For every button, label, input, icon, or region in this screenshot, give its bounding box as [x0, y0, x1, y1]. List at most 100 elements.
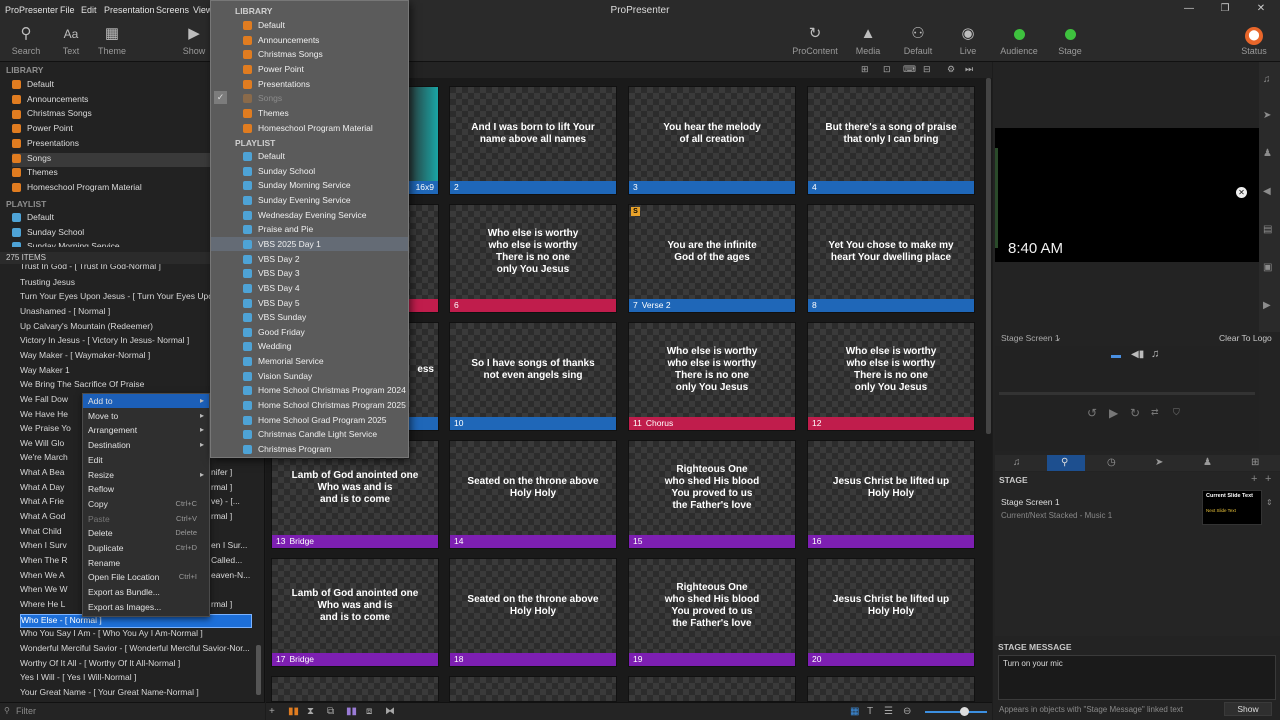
- popup-playlist-item[interactable]: Praise and Pie: [211, 222, 408, 237]
- progress-bar[interactable]: [999, 392, 1255, 395]
- slide-thumbnail[interactable]: [449, 676, 617, 702]
- slide-thumbnail[interactable]: Who else is worthy who else is worthy Th…: [807, 322, 975, 431]
- rewind-icon[interactable]: ↺: [1087, 406, 1097, 420]
- context-menu-item[interactable]: Edit: [83, 453, 209, 467]
- popup-playlist-item[interactable]: Default: [211, 149, 408, 164]
- song-item[interactable]: Worthy Of It All - [ Worthy Of It All-No…: [20, 658, 258, 672]
- slide-thumbnail[interactable]: Jesus Christ be lifted up Holy Holy 16: [807, 440, 975, 549]
- song-list-scrollbar[interactable]: [256, 645, 261, 695]
- clear-icon[interactable]: ✕: [1236, 187, 1247, 198]
- live-button[interactable]: ◉ Live: [942, 24, 994, 60]
- slide-grid-scrollbar[interactable]: [986, 78, 991, 434]
- message-icon[interactable]: ⧈: [366, 706, 372, 717]
- popup-playlist-item[interactable]: Home School Christmas Program 2024: [211, 383, 408, 398]
- library-icon[interactable]: ▮▮: [288, 706, 299, 717]
- filter-input[interactable]: ⚲ Filter: [0, 702, 265, 720]
- context-menu-item[interactable]: Export as Images...: [83, 600, 209, 614]
- popup-playlist-item[interactable]: Home School Grad Program 2025: [211, 413, 408, 428]
- popup-library-item[interactable]: Songs: [211, 91, 408, 106]
- context-menu-item[interactable]: Arrangement ▸: [83, 423, 209, 437]
- slide-thumbnail[interactable]: Who else is worthy who else is worthy Th…: [628, 322, 796, 431]
- macro-icon[interactable]: ⧉: [327, 706, 334, 717]
- slide-thumbnail[interactable]: So I have songs of thanks not even angel…: [449, 322, 617, 431]
- video-icon[interactable]: ◀▮: [1131, 349, 1144, 360]
- slide-thumbnail[interactable]: Seated on the throne above Holy Holy 18: [449, 558, 617, 667]
- video-icon[interactable]: ▶: [1263, 300, 1271, 311]
- add-stage-icon[interactable]: +: [1251, 473, 1257, 485]
- forward-icon[interactable]: ↻: [1130, 406, 1140, 420]
- context-menu-item[interactable]: Reflow: [83, 482, 209, 496]
- add-icon[interactable]: +: [1265, 473, 1271, 485]
- context-menu-item[interactable]: Export as Bundle...: [83, 585, 209, 599]
- audio-note-icon[interactable]: ♫: [1151, 348, 1159, 360]
- zoom-slider-handle[interactable]: [960, 707, 969, 716]
- context-menu-item[interactable]: Open File Location Ctrl+I: [83, 570, 209, 584]
- popup-playlist-item[interactable]: VBS Day 3: [211, 266, 408, 281]
- props-tab-icon[interactable]: ⊞: [1251, 457, 1259, 468]
- send-tab-icon[interactable]: ➤: [1155, 457, 1163, 468]
- chevron-down-icon[interactable]: ⌄: [1055, 333, 1062, 342]
- popup-library-item[interactable]: Christmas Songs: [211, 47, 408, 62]
- show-message-button[interactable]: Show: [1224, 702, 1272, 716]
- default-look-button[interactable]: ⚇ Default: [892, 24, 944, 60]
- popup-playlist-item[interactable]: VBS Sunday: [211, 310, 408, 325]
- context-menu-item[interactable]: Copy Ctrl+C: [83, 497, 209, 511]
- audio-icon[interactable]: ⧓: [385, 706, 395, 717]
- context-menu-item[interactable]: Destination ▸: [83, 438, 209, 452]
- song-item[interactable]: Your Great Name - [ Your Great Name-Norm…: [20, 687, 258, 701]
- stage-layout-thumbnail[interactable]: Current Slide Text Next Slide Text: [1202, 490, 1262, 525]
- popup-playlist-item[interactable]: Christmas Program: [211, 442, 408, 457]
- popup-playlist-item[interactable]: Wedding: [211, 339, 408, 354]
- zoom-slider[interactable]: [925, 711, 987, 713]
- popup-playlist-item[interactable]: Good Friday: [211, 325, 408, 340]
- music-tab-icon[interactable]: ♫: [1013, 457, 1021, 468]
- list-view-icon[interactable]: ☰: [884, 706, 893, 717]
- slide-thumbnail[interactable]: And I was born to lift Your name above a…: [449, 86, 617, 195]
- popup-playlist-item[interactable]: VBS 2025 Day 1: [211, 236, 408, 252]
- keyboard-icon[interactable]: ⌨: [903, 64, 916, 75]
- popup-library-item[interactable]: Default: [211, 18, 408, 33]
- popup-playlist-item[interactable]: VBS Day 4: [211, 281, 408, 296]
- stepper-icon[interactable]: ⇕: [1266, 498, 1273, 507]
- theme-button[interactable]: ▦ Theme: [86, 24, 138, 60]
- slide-thumbnail[interactable]: Righteous One who shed His blood You pro…: [628, 558, 796, 667]
- stage-layout-name[interactable]: Current/Next Stacked - Music 1: [1001, 511, 1112, 520]
- context-menu-item[interactable]: Delete Delete: [83, 526, 209, 540]
- timer-tab-icon[interactable]: ◷: [1107, 457, 1116, 468]
- timer-icon[interactable]: ⧗: [307, 706, 314, 717]
- slide-thumbnail[interactable]: You hear the melody of all creation 3: [628, 86, 796, 195]
- close-icon[interactable]: ✕: [1250, 3, 1272, 17]
- context-menu-item[interactable]: Paste Ctrl+V: [83, 512, 209, 526]
- context-menu-item[interactable]: Rename: [83, 556, 209, 570]
- slide-icon[interactable]: ▬: [1111, 350, 1121, 361]
- popup-playlist-item[interactable]: Memorial Service: [211, 354, 408, 369]
- song-item[interactable]: Yes I Will - [ Yes I Will-Normal ]: [20, 672, 258, 686]
- context-menu-item[interactable]: Duplicate Ctrl+D: [83, 541, 209, 555]
- grid-icon[interactable]: ⊟: [923, 64, 931, 75]
- popup-playlist-item[interactable]: Christmas Candle Light Service: [211, 427, 408, 442]
- props-icon[interactable]: ▮▮: [346, 706, 357, 717]
- stage-screen-name[interactable]: Stage Screen 1: [1001, 497, 1060, 507]
- popup-playlist-item[interactable]: VBS Day 5: [211, 296, 408, 311]
- slide-thumbnail[interactable]: Yet You chose to make my heart Your dwel…: [807, 204, 975, 313]
- slide-thumbnail[interactable]: But there's a song of praise that only I…: [807, 86, 975, 195]
- audience-button[interactable]: Audience: [993, 24, 1045, 60]
- send-icon[interactable]: ➤: [1263, 110, 1271, 121]
- popup-playlist-item[interactable]: Wednesday Evening Service: [211, 208, 408, 223]
- megaphone-icon[interactable]: ◀: [1263, 186, 1271, 197]
- bell-tab-icon[interactable]: ♟: [1203, 457, 1212, 468]
- popup-library-item[interactable]: Homeschool Program Material: [211, 121, 408, 136]
- text-view-icon[interactable]: T: [867, 706, 873, 717]
- popup-playlist-item[interactable]: Sunday School: [211, 164, 408, 179]
- slide-thumbnail[interactable]: You are the infinite God of the ages 7 Ver…: [628, 204, 796, 313]
- popup-playlist-item[interactable]: VBS Day 2: [211, 252, 408, 267]
- clear-to-logo-button[interactable]: Clear To Logo: [1219, 333, 1272, 343]
- popup-playlist-item[interactable]: Home School Christmas Program 2025: [211, 398, 408, 413]
- layout-icon[interactable]: ⊞: [861, 64, 869, 75]
- popup-library-item[interactable]: Announcements: [211, 33, 408, 48]
- play-icon[interactable]: ▶: [1109, 406, 1118, 420]
- photo-icon[interactable]: ▣: [1263, 262, 1272, 273]
- slide-thumbnail[interactable]: Seated on the throne above Holy Holy 14: [449, 440, 617, 549]
- popup-library-item[interactable]: Presentations: [211, 77, 408, 92]
- stage-button[interactable]: Stage: [1044, 24, 1096, 60]
